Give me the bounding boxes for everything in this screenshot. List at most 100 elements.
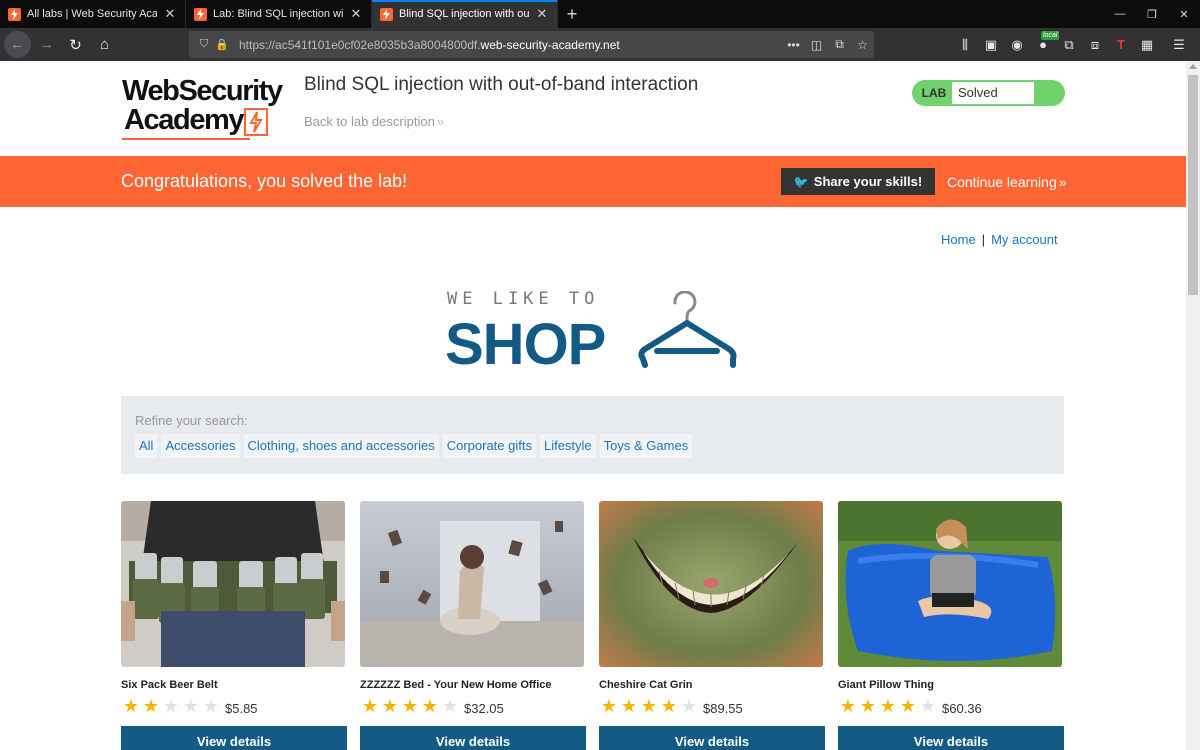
close-tab-icon[interactable]: ✕: [535, 6, 549, 22]
star-empty-icon: ★: [162, 696, 180, 716]
sidebar-icon[interactable]: ▣: [978, 32, 1004, 58]
star-filled-icon: ★: [381, 696, 399, 716]
new-tab-icon[interactable]: +: [558, 0, 586, 28]
web-security-academy-logo[interactable]: WebSecurity Academy: [122, 75, 292, 141]
home-icon[interactable]: ⌂: [91, 31, 118, 58]
scroll-up-icon[interactable]: [1189, 64, 1197, 69]
solved-notification-banner: Congratulations, you solved the lab! 🐦 S…: [0, 156, 1186, 207]
url-bar[interactable]: ⛉ 🔒 https://ac541f101e0cf02e8035b3a80048…: [189, 31, 874, 58]
filter-lifestyle[interactable]: Lifestyle: [539, 434, 596, 458]
star-filled-icon: ★: [879, 696, 897, 716]
twitter-icon: 🐦: [793, 174, 809, 189]
filter-accessories[interactable]: Accessories: [161, 434, 240, 458]
product-image-zzzzzz-bed[interactable]: [360, 501, 584, 667]
refine-search-panel: Refine your search: All Accessories Clot…: [121, 396, 1064, 474]
library-icon[interactable]: ⫼: [952, 32, 978, 58]
pocket-icon[interactable]: ◫: [805, 38, 828, 52]
close-tab-icon[interactable]: ✕: [163, 6, 177, 22]
filter-all[interactable]: All: [135, 434, 158, 458]
back-link-label: Back to lab description: [304, 114, 435, 129]
grid-extension-icon[interactable]: ▦: [1134, 32, 1160, 58]
shop-logo: WE LIKE TO SHOP: [445, 289, 747, 377]
translate-icon[interactable]: ⧉: [828, 37, 851, 52]
scrollbar-thumb[interactable]: [1188, 75, 1198, 295]
reload-icon[interactable]: ↻: [62, 31, 89, 58]
browser-tab-3[interactable]: Blind SQL injection with out-of-band int…: [372, 0, 558, 28]
minimize-icon[interactable]: —: [1104, 0, 1136, 28]
product-card: Six Pack Beer Belt ★ ★ ★ ★ ★ $5.85 View …: [121, 501, 347, 750]
lab-status-value: Solved: [952, 82, 1034, 104]
translate-alt-icon[interactable]: ⧈: [1082, 32, 1108, 58]
product-price: $89.55: [703, 701, 743, 716]
lab-title: Blind SQL injection with out-of-band int…: [304, 74, 699, 95]
double-chevron-right-icon: »: [1058, 174, 1067, 190]
product-image-giant-pillow[interactable]: [838, 501, 1062, 667]
star-empty-icon: ★: [182, 696, 200, 716]
lab-status-widget: LAB Solved: [912, 80, 1065, 106]
menu-icon[interactable]: ☰: [1166, 32, 1192, 58]
forward-icon[interactable]: →: [33, 31, 60, 58]
star-empty-icon: ★: [202, 696, 220, 716]
close-tab-icon[interactable]: ✕: [349, 6, 363, 22]
continue-learning-label: Continue learning: [947, 174, 1057, 190]
view-details-button[interactable]: View details: [838, 726, 1064, 750]
logo-bolt-icon: [244, 108, 268, 136]
product-name: ZZZZZZ Bed - Your New Home Office: [360, 679, 552, 691]
product-image-cheshire-cat-grin[interactable]: [599, 501, 823, 667]
congratulations-message: Congratulations, you solved the lab!: [121, 171, 408, 191]
filter-clothing[interactable]: Clothing, shoes and accessories: [243, 434, 439, 458]
extension-icon[interactable]: ● local: [1030, 30, 1060, 58]
refine-search-label: Refine your search:: [135, 413, 248, 428]
top-navigation: Home | My account: [941, 232, 1058, 247]
filter-toys-games[interactable]: Toys & Games: [599, 434, 693, 458]
back-icon[interactable]: ←: [4, 31, 31, 58]
tab-title: Lab: Blind SQL injection with out-of-ban…: [213, 8, 343, 20]
star-filled-icon: ★: [640, 696, 658, 716]
product-price: $60.36: [942, 701, 982, 716]
portswigger-favicon-icon: [8, 7, 21, 21]
browser-tab-2[interactable]: Lab: Blind SQL injection with out-of-ban…: [186, 0, 372, 28]
product-rating: ★ ★ ★ ★ ★: [838, 697, 938, 715]
lab-tag: LAB: [921, 86, 947, 100]
continue-learning-link[interactable]: Continue learning»: [947, 174, 1067, 190]
filter-corporate-gifts[interactable]: Corporate gifts: [442, 434, 536, 458]
star-filled-icon: ★: [859, 696, 877, 716]
product-card: Giant Pillow Thing ★ ★ ★ ★ ★ $60.36 View…: [838, 501, 1064, 750]
lock-icon[interactable]: 🔒: [213, 38, 231, 51]
text-extension-icon[interactable]: T: [1108, 32, 1134, 58]
shield-icon[interactable]: ⛉: [195, 38, 213, 51]
view-details-button[interactable]: View details: [599, 726, 825, 750]
bookmark-star-icon[interactable]: ☆: [851, 38, 874, 52]
close-window-icon[interactable]: ✕: [1168, 0, 1200, 28]
share-skills-label: Share your skills!: [813, 174, 923, 189]
shop-tagline: WE LIKE TO: [447, 289, 600, 309]
product-card: ZZZZZZ Bed - Your New Home Office ★ ★ ★ …: [360, 501, 586, 750]
star-filled-icon: ★: [401, 696, 419, 716]
my-account-link[interactable]: My account: [991, 232, 1057, 247]
view-details-button[interactable]: View details: [121, 726, 347, 750]
back-to-lab-description-link[interactable]: Back to lab description»: [304, 114, 444, 129]
more-icon[interactable]: •••: [782, 38, 805, 52]
share-skills-button[interactable]: 🐦 Share your skills!: [781, 168, 935, 195]
product-name: Giant Pillow Thing: [838, 679, 934, 691]
portswigger-favicon-icon: [194, 7, 207, 21]
translate-extension-icon[interactable]: ⧉: [1056, 32, 1082, 58]
product-rating: ★ ★ ★ ★ ★: [599, 697, 699, 715]
home-link[interactable]: Home: [941, 232, 976, 247]
product-name: Cheshire Cat Grin: [599, 679, 693, 691]
url-text[interactable]: https://ac541f101e0cf02e8035b3a8004800df…: [239, 38, 620, 52]
star-filled-icon: ★: [660, 696, 678, 716]
shop-word: SHOP: [445, 312, 606, 377]
account-icon[interactable]: ◉: [1004, 32, 1030, 58]
view-details-button[interactable]: View details: [360, 726, 586, 750]
toolbar-icons: ⫼ ▣ ◉ ● local ⧉ ⧈ T ▦ ☰: [952, 28, 1192, 61]
vertical-scrollbar[interactable]: [1186, 61, 1200, 750]
product-price: $32.05: [464, 701, 504, 716]
product-image-beer-belt[interactable]: [121, 501, 345, 667]
category-filters: All Accessories Clothing, shoes and acce…: [135, 434, 696, 458]
star-filled-icon: ★: [899, 696, 917, 716]
nav-separator: |: [981, 232, 986, 247]
restore-icon[interactable]: ❐: [1136, 0, 1168, 28]
tab-bar: All labs | Web Security Academy ✕ Lab: B…: [0, 0, 1200, 28]
browser-tab-1[interactable]: All labs | Web Security Academy ✕: [0, 0, 186, 28]
